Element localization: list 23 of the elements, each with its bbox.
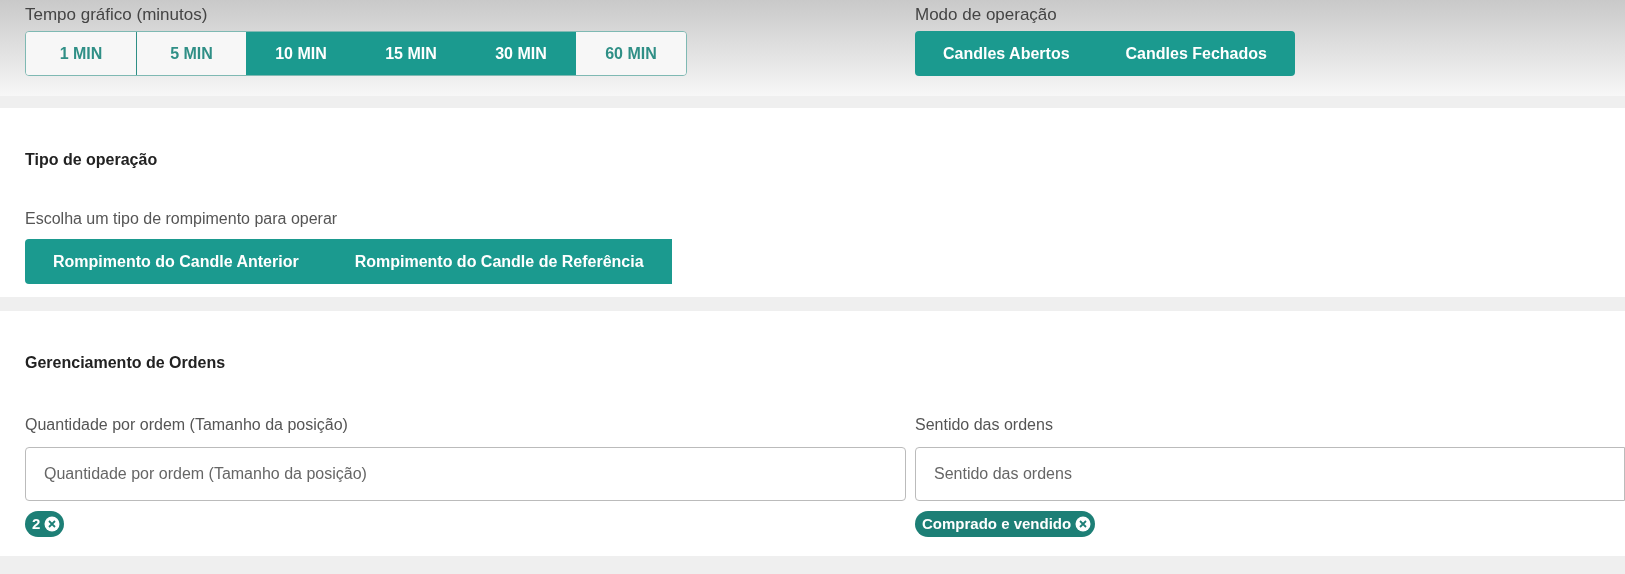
section-title: Gerenciamento de Ordens (25, 353, 227, 373)
field-label: Sentido das ordens (915, 415, 1054, 435)
segment-button[interactable]: Rompimento do Candle Anterior (25, 239, 327, 284)
segment-button[interactable]: 10 MIN (246, 32, 356, 75)
tag-chip[interactable]: Comprado e vendido (915, 511, 1096, 537)
input-field[interactable]: Quantidade por ordem (Tamanho da posição) (25, 447, 906, 501)
close-icon[interactable] (1075, 516, 1092, 532)
segment-button[interactable]: 15 MIN (356, 32, 466, 75)
input-field[interactable]: Sentido das ordens (915, 447, 1625, 501)
segment-button[interactable]: Candles Fechados (1097, 31, 1295, 76)
close-icon[interactable] (44, 516, 61, 532)
section-title: Tipo de operação (25, 150, 159, 170)
field-label: Modo de operação (915, 4, 1058, 26)
field-label: Escolha um tipo de rompimento para operar (25, 209, 339, 229)
field-label: Tempo gráfico (minutos) (25, 4, 209, 26)
segment-button[interactable]: Rompimento do Candle de Referência (326, 239, 672, 284)
segment-button[interactable]: Candles Abertos (915, 31, 1098, 76)
field-label: Quantidade por ordem (Tamanho da posição) (25, 415, 349, 435)
tag-chip[interactable]: 2 (25, 511, 65, 537)
segment-button[interactable]: 1 MIN (26, 32, 136, 75)
segment-button[interactable]: 30 MIN (466, 32, 576, 75)
segment-button[interactable]: 60 MIN (576, 32, 686, 75)
segment-button[interactable]: 5 MIN (136, 32, 246, 75)
